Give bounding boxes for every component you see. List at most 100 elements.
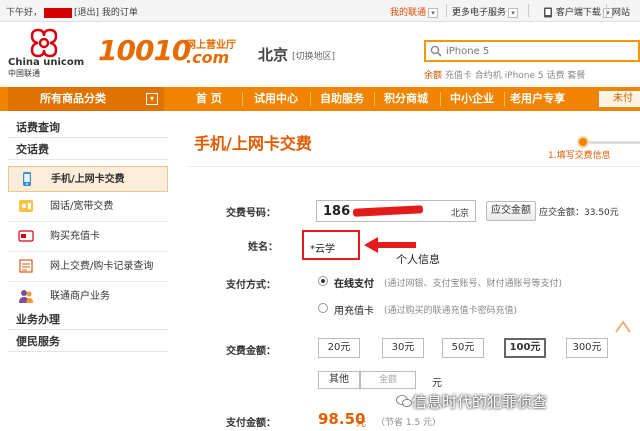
nav-home[interactable]: 首 页 xyxy=(196,87,222,111)
nav-self-service[interactable]: 自助服务 xyxy=(320,87,364,111)
pay-online-note: (通过网银、支付宝账号、财付通账号等支付) xyxy=(384,279,563,289)
nav-old-users[interactable]: 老用户专享 xyxy=(510,87,565,111)
divider xyxy=(310,92,311,106)
redacted-username xyxy=(44,7,73,18)
annotation-personal-info: 个人信息 xyxy=(396,253,440,266)
current-city: 北京 xyxy=(258,46,289,64)
hot-word[interactable]: 话费 xyxy=(547,71,565,81)
divider xyxy=(242,92,243,106)
watermark-text: 信息时代的犯罪侦查 xyxy=(412,393,548,411)
redacted-phone-digits xyxy=(352,205,424,217)
search-input[interactable] xyxy=(446,44,626,58)
phone-location: 北京 xyxy=(450,209,469,219)
chevron-down-icon: ▾ xyxy=(146,93,158,105)
amount-option[interactable]: 20元 xyxy=(318,338,360,358)
logo-cn-text: 中国联通 xyxy=(8,69,40,78)
sidebar-item-mobile-pay[interactable]: 手机/上网卡交费 xyxy=(8,166,168,192)
pay-card-radio[interactable] xyxy=(318,303,328,313)
scroll-up-icon[interactable] xyxy=(614,318,632,344)
phone-number-label: 交费号码： xyxy=(226,208,276,219)
client-download-link[interactable]: 客户端下载 ▾ xyxy=(543,5,613,18)
pay-card-label[interactable]: 用充值卡 xyxy=(334,302,374,317)
merchant-icon xyxy=(19,290,33,303)
name-label: 姓名： xyxy=(248,242,278,253)
sidebar: 话费查询 交话费 手机/上网卡交费 固话/宽带交费 购买充值卡 网上交费/购卡记… xyxy=(8,118,168,431)
sidebar-item-label: 网上交费/购卡记录查询 xyxy=(50,261,154,272)
phone-number-field[interactable]: 186 北京 xyxy=(316,200,476,222)
landline-icon xyxy=(19,200,33,212)
top-bar: 下午好， [退出] 我的订单 我的联通 ▾ 更多电子服务 ▾ 客户端下载 ▾ 网站 xyxy=(0,0,640,22)
amount-option[interactable]: 300元 xyxy=(566,338,608,358)
divider xyxy=(8,221,168,222)
china-unicom-logo[interactable]: China unicom 中国联通 xyxy=(8,28,88,78)
greeting-text: 下午好， xyxy=(6,8,43,18)
pay-total-unit: 元 xyxy=(356,418,366,429)
divider xyxy=(606,4,607,17)
sidebar-pay-bill[interactable]: 交话费 xyxy=(8,140,168,160)
hot-word[interactable]: 余额 xyxy=(424,71,442,81)
other-amount-button[interactable]: 其他 xyxy=(318,371,360,389)
record-icon xyxy=(19,259,33,273)
my-orders-link[interactable]: 我的订单 xyxy=(102,8,138,18)
divider xyxy=(440,92,441,106)
wechat-icon xyxy=(396,395,412,407)
hot-words: 余额 充值卡 合约机 iPhone 5 话费 套餐 xyxy=(424,68,585,81)
sidebar-item-buy-card[interactable]: 购买充值卡 xyxy=(8,224,168,250)
hot-word[interactable]: 套餐 xyxy=(567,71,585,81)
step-progress-line xyxy=(588,141,640,144)
logo-brand-text: China unicom xyxy=(8,57,85,68)
site-header: China unicom 中国联通 10010 网上营业厅 .com 北京 [切… xyxy=(0,22,640,84)
page-title: 手机/上网卡交费 xyxy=(194,134,312,153)
sidebar-business[interactable]: 业务办理 xyxy=(8,310,168,330)
hot-word[interactable]: iPhone 5 xyxy=(505,71,544,81)
hot-word[interactable]: 合约机 xyxy=(475,71,502,81)
logout-link[interactable]: [退出] xyxy=(74,8,99,18)
customer-name: *云学 xyxy=(310,244,335,255)
all-categories-label: 所有商品分类 xyxy=(40,92,106,105)
my-unicom-link[interactable]: 我的联通 ▾ xyxy=(390,5,439,18)
unicom-knot-icon xyxy=(30,28,58,58)
divider xyxy=(504,92,505,106)
sidebar-item-label: 手机/上网卡交费 xyxy=(51,174,125,185)
sidebar-item-label: 购买充值卡 xyxy=(50,231,100,242)
website-link[interactable]: 网站 xyxy=(612,5,630,18)
sidebar-item-label: 固话/宽带交费 xyxy=(50,201,114,212)
divider xyxy=(8,281,168,282)
mobile-icon xyxy=(544,7,552,18)
other-amount-input[interactable]: 金额 xyxy=(360,371,416,389)
more-services-menu[interactable]: 更多电子服务 ▾ xyxy=(452,5,519,18)
sidebar-convenience[interactable]: 便民服务 xyxy=(8,332,168,352)
step-indicator xyxy=(577,136,589,148)
search-box[interactable] xyxy=(424,40,640,62)
sidebar-item-landline-pay[interactable]: 固话/宽带交费 xyxy=(8,194,168,220)
main-content: 手机/上网卡交费 1.填写交费信息 交费号码： 186 北京 应交金额 应交金额… xyxy=(176,118,640,431)
phone-icon xyxy=(23,172,31,186)
amount-option[interactable]: 50元 xyxy=(442,338,484,358)
pay-online-radio[interactable] xyxy=(318,276,328,286)
sidebar-item-label: 联通商户业务 xyxy=(50,291,110,302)
unpaid-orders-button[interactable]: 未付 xyxy=(598,90,640,108)
pay-online-label[interactable]: 在线支付 xyxy=(334,275,374,290)
nav-sme[interactable]: 中小企业 xyxy=(450,87,494,111)
amount-option[interactable]: 30元 xyxy=(382,338,424,358)
divider xyxy=(8,251,168,252)
sidebar-bill-query[interactable]: 话费查询 xyxy=(8,118,168,138)
switch-area-link[interactable]: [切换地区] xyxy=(292,49,335,62)
step-label: 1.填写交费信息 xyxy=(548,151,611,161)
pay-saving-note: （节省 1.5 元） xyxy=(376,418,442,428)
pay-card-note: (通过购买的联通充值卡密码充值) xyxy=(384,306,518,316)
amount-unit: 元 xyxy=(432,378,442,389)
hot-word[interactable]: 充值卡 xyxy=(445,71,472,81)
nav-points-mall[interactable]: 积分商城 xyxy=(384,87,428,111)
all-categories-menu[interactable]: 所有商品分类 ▾ xyxy=(8,87,164,111)
name-highlight-box: *云学 xyxy=(302,230,360,260)
pay-method-label: 支付方式： xyxy=(226,280,276,291)
nav-trial-center[interactable]: 试用中心 xyxy=(254,87,298,111)
search-icon xyxy=(430,45,442,57)
query-balance-button[interactable]: 应交金额 xyxy=(486,201,536,221)
greeting: 下午好， [退出] 我的订单 xyxy=(6,5,138,18)
sidebar-item-merchant[interactable]: 联通商户业务 xyxy=(8,284,168,310)
amount-option-selected[interactable]: 100元 xyxy=(504,338,546,358)
hotline-logo[interactable]: 10010 xyxy=(98,34,191,67)
sidebar-item-records[interactable]: 网上交费/购卡记录查询 xyxy=(8,254,168,280)
